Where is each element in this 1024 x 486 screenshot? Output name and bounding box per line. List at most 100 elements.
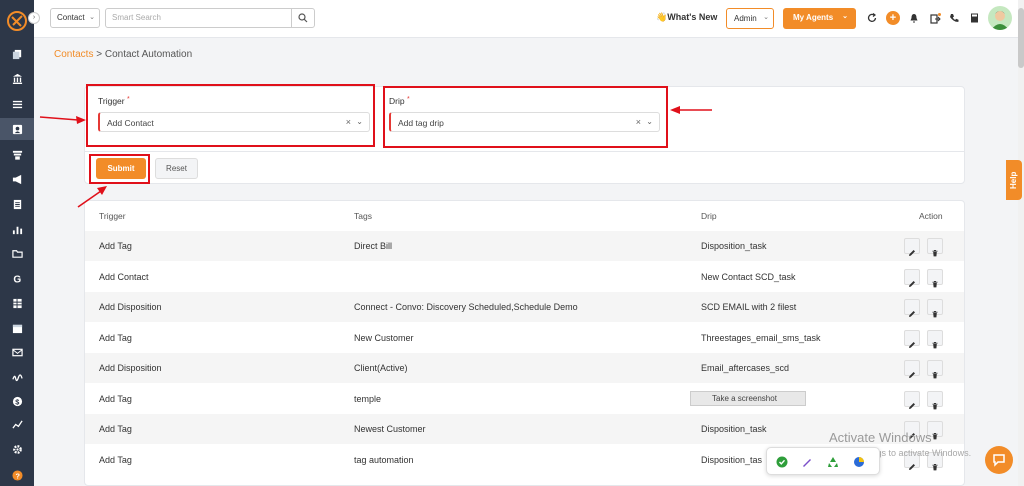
page-scrollbar[interactable] <box>1018 0 1024 486</box>
sidebar-toggle-button[interactable]: › <box>28 12 40 24</box>
breadcrumb-current: Contact Automation <box>104 49 193 60</box>
activate-windows-watermark: Activate Windows <box>829 430 932 445</box>
pencil-icon <box>908 310 916 318</box>
delete-button[interactable] <box>927 390 943 410</box>
cell-drip: Threestages_email_sms_task <box>701 332 821 343</box>
trend-icon[interactable] <box>9 416 25 432</box>
cell-drip: Email_aftercases_scd <box>701 363 790 373</box>
cell-drip: Disposition_task <box>701 424 767 434</box>
signature-icon[interactable] <box>9 369 25 385</box>
trash-icon <box>931 310 939 318</box>
pencil-icon <box>908 280 916 288</box>
pen-icon[interactable] <box>800 455 814 469</box>
my-agents-button[interactable]: My Agents ⌄ <box>783 8 856 29</box>
edit-button[interactable] <box>904 299 920 318</box>
trash-icon <box>931 341 939 349</box>
contact-card-icon[interactable] <box>9 121 25 137</box>
delete-button[interactable] <box>927 268 943 287</box>
reset-button[interactable]: Reset <box>155 158 198 179</box>
delete-button[interactable] <box>927 360 943 379</box>
bar-chart-icon[interactable] <box>9 221 25 237</box>
delete-button[interactable] <box>927 329 943 349</box>
annotation-box-drip <box>383 86 668 148</box>
role-select-value: Admin <box>734 14 757 23</box>
cell-trigger: Add Tag <box>99 241 132 251</box>
trash-icon <box>931 371 939 379</box>
cell-tags: Connect - Convo: Discovery Scheduled,Sch… <box>354 302 578 312</box>
delete-button[interactable] <box>927 299 943 318</box>
bank-icon[interactable] <box>9 70 25 86</box>
recycle-icon[interactable] <box>826 455 840 469</box>
top-bar: Contact ⌄ Smart Search 👋What's New Admin… <box>34 0 1018 38</box>
logout-icon[interactable] <box>929 12 941 24</box>
calendar-icon[interactable] <box>9 320 25 336</box>
help-circle-icon[interactable]: ? <box>9 467 25 483</box>
form-divider <box>84 151 965 152</box>
search-icon <box>298 13 308 23</box>
user-avatar[interactable] <box>988 6 1012 30</box>
settings-gear-icon[interactable] <box>9 441 25 457</box>
table-row: Add Disposition Connect - Convo: Discover… <box>85 292 964 322</box>
breadcrumb-separator: > <box>96 49 103 60</box>
smart-search-input[interactable]: Smart Search <box>105 8 292 28</box>
delete-button[interactable] <box>927 238 943 257</box>
app-tray-icon[interactable] <box>852 455 866 469</box>
taskbar-tray <box>766 447 880 475</box>
search-scope-value: Contact <box>57 13 85 22</box>
cell-tags: Newest Customer <box>354 424 426 434</box>
spreadsheet-icon[interactable] <box>9 295 25 311</box>
chevron-down-icon: ⌄ <box>842 13 848 20</box>
cell-trigger: Add Tag <box>99 424 132 434</box>
cell-drip: Disposition_task <box>701 241 767 251</box>
dollar-icon[interactable]: $ <box>9 393 25 409</box>
annotation-arrow-trigger <box>39 116 79 121</box>
add-new-button[interactable]: + <box>886 11 900 25</box>
calculator-icon[interactable] <box>968 12 980 24</box>
cell-tags: New Customer <box>354 332 414 343</box>
trash-icon <box>931 249 939 257</box>
notification-bell-icon[interactable] <box>908 12 920 24</box>
edit-button[interactable] <box>904 268 920 288</box>
megaphone-icon[interactable] <box>9 171 25 187</box>
svg-text:?: ? <box>15 471 20 480</box>
phone-icon[interactable] <box>948 12 960 24</box>
role-select[interactable]: Admin ⌄ <box>726 8 774 29</box>
pencil-icon <box>908 249 916 257</box>
breadcrumb-contacts-link[interactable]: Contacts <box>54 49 93 60</box>
chat-icon <box>993 454 1005 467</box>
annotation-box-submit <box>89 154 150 184</box>
google-icon[interactable]: G <box>9 270 25 286</box>
filter-icon[interactable] <box>9 147 25 163</box>
edit-button[interactable] <box>904 329 920 349</box>
table-row: Add Tag Direct Bill Disposition_task <box>85 231 964 261</box>
search-scope-select[interactable]: Contact ⌄ <box>50 8 100 28</box>
annotation-arrowhead-submit <box>97 186 107 195</box>
col-header-action: Action <box>919 211 943 221</box>
annotation-box-trigger <box>86 84 375 147</box>
cell-trigger: Add Contact <box>99 271 149 282</box>
whats-new-link[interactable]: 👋What's New <box>656 12 717 23</box>
chevron-down-icon: ⌄ <box>763 14 769 21</box>
pencil-icon <box>908 402 916 410</box>
col-header-tags: Tags <box>354 211 372 221</box>
help-tab[interactable]: Help <box>1006 160 1022 200</box>
copy-icon[interactable] <box>9 46 25 62</box>
shield-check-icon[interactable] <box>775 455 789 469</box>
document-icon[interactable] <box>9 196 25 212</box>
list-icon[interactable] <box>9 96 25 112</box>
app-logo-icon[interactable] <box>7 11 27 31</box>
cell-tags: temple <box>354 393 382 404</box>
refresh-icon[interactable] <box>866 12 878 24</box>
trash-icon <box>931 402 939 410</box>
pencil-icon <box>908 463 916 471</box>
edit-button[interactable] <box>904 390 920 410</box>
mail-icon[interactable] <box>9 344 25 360</box>
folder-icon[interactable] <box>9 245 25 261</box>
table-header: Trigger Tags Drip Action <box>85 201 964 231</box>
edit-button[interactable] <box>904 360 920 378</box>
edit-button[interactable] <box>904 238 920 257</box>
chat-button[interactable] <box>985 446 1013 474</box>
my-agents-label: My Agents <box>793 13 834 22</box>
pencil-icon <box>908 341 916 349</box>
search-button[interactable] <box>291 8 315 28</box>
